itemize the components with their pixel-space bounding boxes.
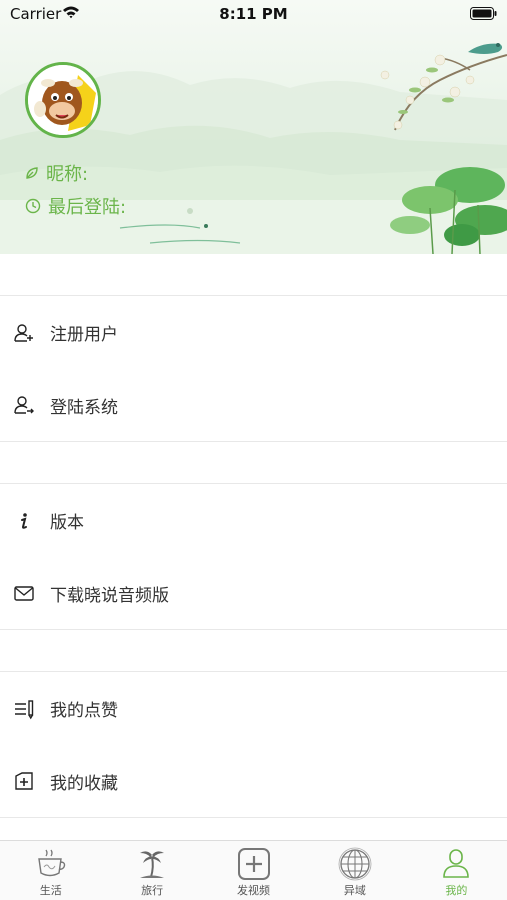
nickname-row: 昵称: [25,160,88,186]
info-icon [12,509,36,533]
menu-list: 注册用户 登陆系统 版本 下载晓说音频版 我的点赞 我的收藏 [0,254,507,818]
tab-post-video-label: 发视频 [237,884,271,897]
tab-mine[interactable]: 我的 [406,841,507,900]
my-likes-label: 我的点赞 [50,701,118,721]
tab-travel[interactable]: 旅行 [101,841,202,900]
version-label: 版本 [50,513,84,533]
tab-mine-label: 我的 [445,884,468,897]
download-audio-item[interactable]: 下载晓说音频版 [0,557,507,630]
avatar[interactable] [25,62,101,138]
palm-tree-icon [140,851,165,878]
download-audio-label: 下载晓说音频版 [50,585,169,606]
section-gap [0,630,507,672]
profile-header: 昵称: 最后登陆: [0,0,507,254]
person-icon [443,849,470,878]
list-pen-icon [12,697,36,721]
add-user-icon [12,321,36,345]
leaf-icon [26,167,38,179]
last-login-label: 最后登陆: [48,197,127,218]
plus-square-icon [237,848,270,880]
tab-life[interactable]: 生活 [0,841,101,900]
cow-avatar-icon [28,65,98,135]
clock-time: 8:11 PM [219,5,288,23]
section-gap [0,442,507,484]
mail-icon [12,581,36,605]
clock-icon [25,198,41,214]
login-user-icon [12,393,36,417]
globe-icon [338,847,372,881]
tab-life-label: 生活 [39,884,62,897]
login-system-label: 登陆系统 [50,397,118,418]
tab-foreign[interactable]: 异域 [304,841,405,900]
tab-post-video[interactable]: 发视频 [203,841,304,900]
status-bar: Carrier 8:11 PM [0,0,507,30]
register-user-item[interactable]: 注册用户 [0,296,507,370]
login-system-item[interactable]: 登陆系统 [0,369,507,442]
register-user-label: 注册用户 [50,325,118,345]
coffee-cup-icon [37,849,65,877]
last-login-row: 最后登陆: [25,193,126,219]
my-likes-item[interactable]: 我的点赞 [0,672,507,746]
section-gap [0,254,507,296]
add-folder-icon [12,769,36,793]
my-favorites-item[interactable]: 我的收藏 [0,745,507,818]
tab-bar: 生活 旅行 发视频 异域 我的 [0,840,507,900]
battery-icon [470,7,497,20]
version-item[interactable]: 版本 [0,484,507,558]
tab-foreign-label: 异域 [343,884,366,897]
tab-travel-label: 旅行 [141,884,164,897]
nickname-label: 昵称: [46,164,89,185]
my-favorites-label: 我的收藏 [50,773,118,794]
